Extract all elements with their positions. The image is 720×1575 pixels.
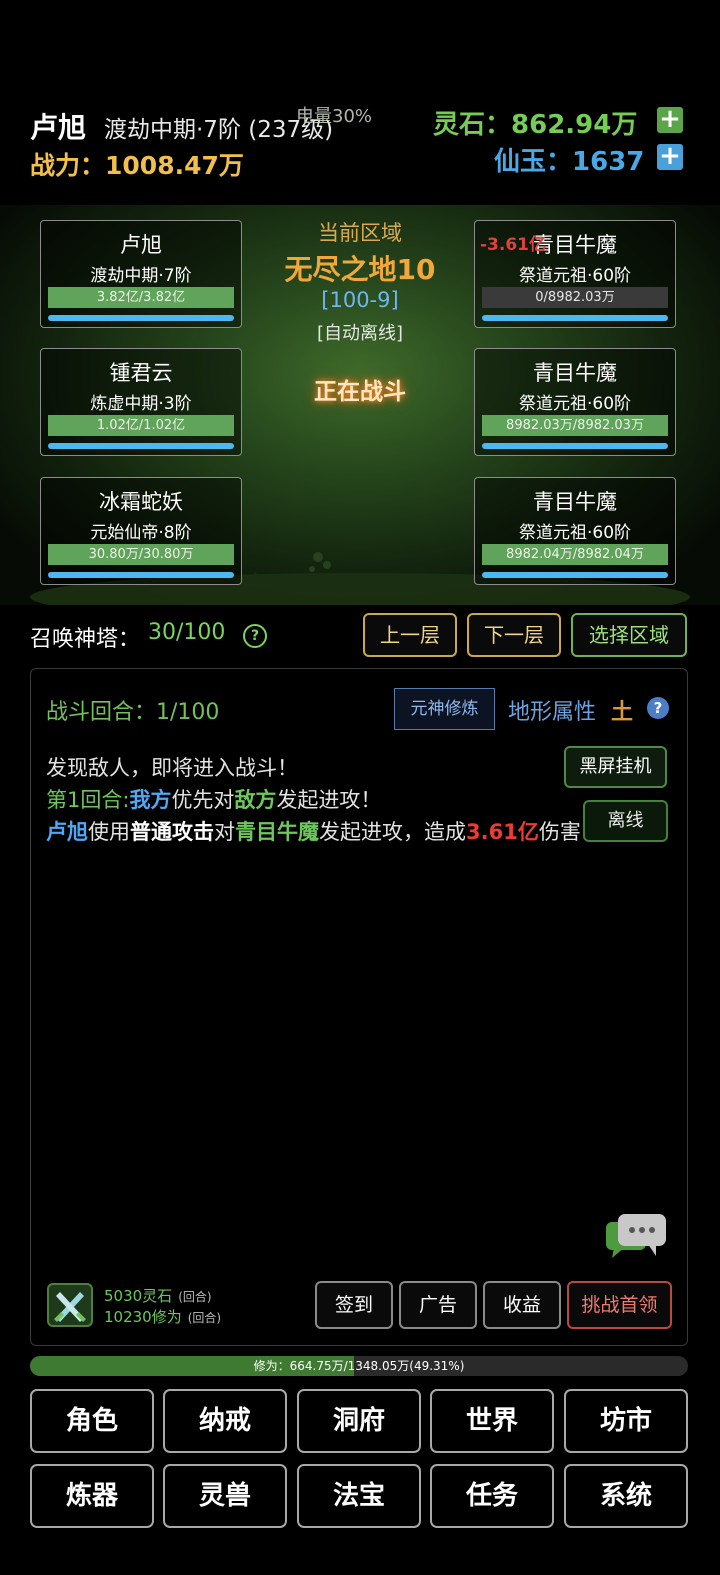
- terrain-value: 土: [611, 700, 634, 725]
- log-enemy-side: 敌方: [234, 788, 277, 812]
- menu-quests[interactable]: 任务: [430, 1464, 554, 1528]
- enemy-hp-bar: 8982.04万/8982.04万: [482, 544, 668, 565]
- stone-value: 862.94万: [511, 110, 638, 140]
- log-text: 伤害: [538, 820, 581, 844]
- log-line: 发现敌人，即将进入战斗！: [46, 756, 298, 780]
- region-code: [100-9]: [321, 288, 399, 312]
- reward-stone: 5030灵石 (回合): [104, 1285, 212, 1306]
- cultivation-progress-bar: 修为：664.75万/1348.05万(49.31%): [30, 1356, 688, 1376]
- ally-mp-bar: [48, 572, 234, 578]
- player-name: 卢旭: [30, 111, 87, 144]
- terrain-help-icon[interactable]: ?: [647, 697, 669, 719]
- ad-button[interactable]: 广告: [399, 1281, 477, 1329]
- enemy-realm: 祭道元祖·60阶: [518, 523, 632, 543]
- menu-world[interactable]: 世界: [430, 1389, 554, 1453]
- select-area-button[interactable]: 选择区域: [571, 613, 687, 657]
- next-floor-button[interactable]: 下一层: [467, 613, 561, 657]
- round-value: 1/100: [156, 700, 220, 725]
- reward-cultivation: 10230修为 (回合): [104, 1306, 221, 1327]
- region-title: 当前区域: [318, 221, 402, 245]
- enemy-mp-bar: [482, 572, 668, 578]
- log-text: 发起进攻，造成: [319, 820, 466, 844]
- crossed-swords-icon: [47, 1283, 93, 1327]
- challenge-boss-button[interactable]: 挑战首领: [567, 1281, 672, 1329]
- region-name: 无尽之地10: [284, 253, 436, 286]
- log-actor: 卢旭: [46, 820, 88, 844]
- battle-status: 正在战斗: [314, 379, 406, 405]
- ally-hp-bar: 30.80万/30.80万: [48, 544, 234, 565]
- tower-help-icon[interactable]: ?: [243, 624, 267, 648]
- ally-realm: 元始仙帝·8阶: [90, 523, 192, 543]
- ally-card-3[interactable]: 冰霜蛇妖 元始仙帝·8阶 30.80万/30.80万: [40, 477, 242, 585]
- log-text: 优先对: [171, 788, 235, 812]
- log-text: 对: [214, 820, 235, 844]
- battle-round: 战斗回合：1/100: [46, 694, 219, 726]
- reward-stone-value: 5030灵石: [104, 1287, 173, 1305]
- enemy-mp-bar: [482, 443, 668, 449]
- log-damage: 3.61亿: [466, 820, 539, 844]
- combat-power: 战力：1008.47万: [30, 146, 244, 182]
- log-line: 第1回合:我方优先对敌方发起进攻！: [46, 784, 381, 814]
- menu-cave[interactable]: 洞府: [297, 1389, 421, 1453]
- jade-value: 1637: [572, 147, 645, 177]
- ally-name: 冰霜蛇妖: [99, 490, 183, 514]
- enemy-card-3[interactable]: 青目牛魔 祭道元祖·60阶 8982.04万/8982.04万: [474, 477, 676, 585]
- terrain-label: 地形属性: [508, 700, 597, 725]
- log-round-prefix: 第1回合:: [46, 788, 130, 812]
- stone-label: 灵石：: [433, 110, 512, 140]
- log-target: 青目牛魔: [235, 820, 319, 844]
- region-mode: [自动离线]: [316, 323, 404, 344]
- log-our-side: 我方: [129, 788, 172, 812]
- power-value: 1008.47万: [105, 151, 244, 180]
- cultivation-progress-text: 修为：664.75万/1348.05万(49.31%): [253, 1359, 465, 1373]
- yuanshen-training-button[interactable]: 元神修炼: [394, 688, 495, 730]
- tower-value: 30/100: [148, 620, 226, 645]
- log-text: 使用: [88, 820, 130, 844]
- jade-label: 仙玉：: [494, 147, 573, 177]
- enemy-name: 青目牛魔: [533, 490, 617, 514]
- reward-cultivation-value: 10230修为: [104, 1308, 182, 1326]
- menu-spirit-beast[interactable]: 灵兽: [163, 1464, 287, 1528]
- log-skill: 普通攻击: [130, 820, 214, 844]
- menu-storage-ring[interactable]: 纳戒: [163, 1389, 287, 1453]
- menu-system[interactable]: 系统: [564, 1464, 688, 1528]
- add-stone-button[interactable]: +: [657, 106, 683, 133]
- power-label: 战力：: [30, 151, 106, 180]
- tower-label: 召唤神塔：: [30, 627, 141, 652]
- immortal-jade: 仙玉：1637: [494, 141, 644, 178]
- per-round-label: (回合): [187, 1311, 222, 1325]
- chat-icon[interactable]: [604, 1212, 670, 1262]
- earnings-button[interactable]: 收益: [483, 1281, 561, 1329]
- menu-treasure[interactable]: 法宝: [297, 1464, 421, 1528]
- log-line: 卢旭使用普通攻击对青目牛魔发起进攻，造成3.61亿伤害: [46, 816, 581, 846]
- prev-floor-button[interactable]: 上一层: [363, 613, 457, 657]
- offline-button[interactable]: 离线: [583, 800, 668, 842]
- ally-mp-bar: [48, 443, 234, 449]
- spirit-stone: 灵石：862.94万: [433, 104, 637, 141]
- menu-character[interactable]: 角色: [30, 1389, 154, 1453]
- menu-refine[interactable]: 炼器: [30, 1464, 154, 1528]
- log-text: 发起进攻！: [276, 788, 382, 812]
- per-round-label: (回合): [178, 1290, 212, 1304]
- menu-market[interactable]: 坊市: [564, 1389, 688, 1453]
- sign-in-button[interactable]: 签到: [315, 1281, 393, 1329]
- battery-indicator: 电量30%: [296, 106, 373, 127]
- black-screen-idle-button[interactable]: 黑屏挂机: [564, 746, 667, 788]
- add-jade-button[interactable]: +: [657, 143, 683, 170]
- round-label: 战斗回合：: [46, 700, 157, 725]
- ally-hp-bar: 1.02亿/1.02亿: [48, 415, 234, 436]
- enemy-hp-bar: 8982.03万/8982.03万: [482, 415, 668, 436]
